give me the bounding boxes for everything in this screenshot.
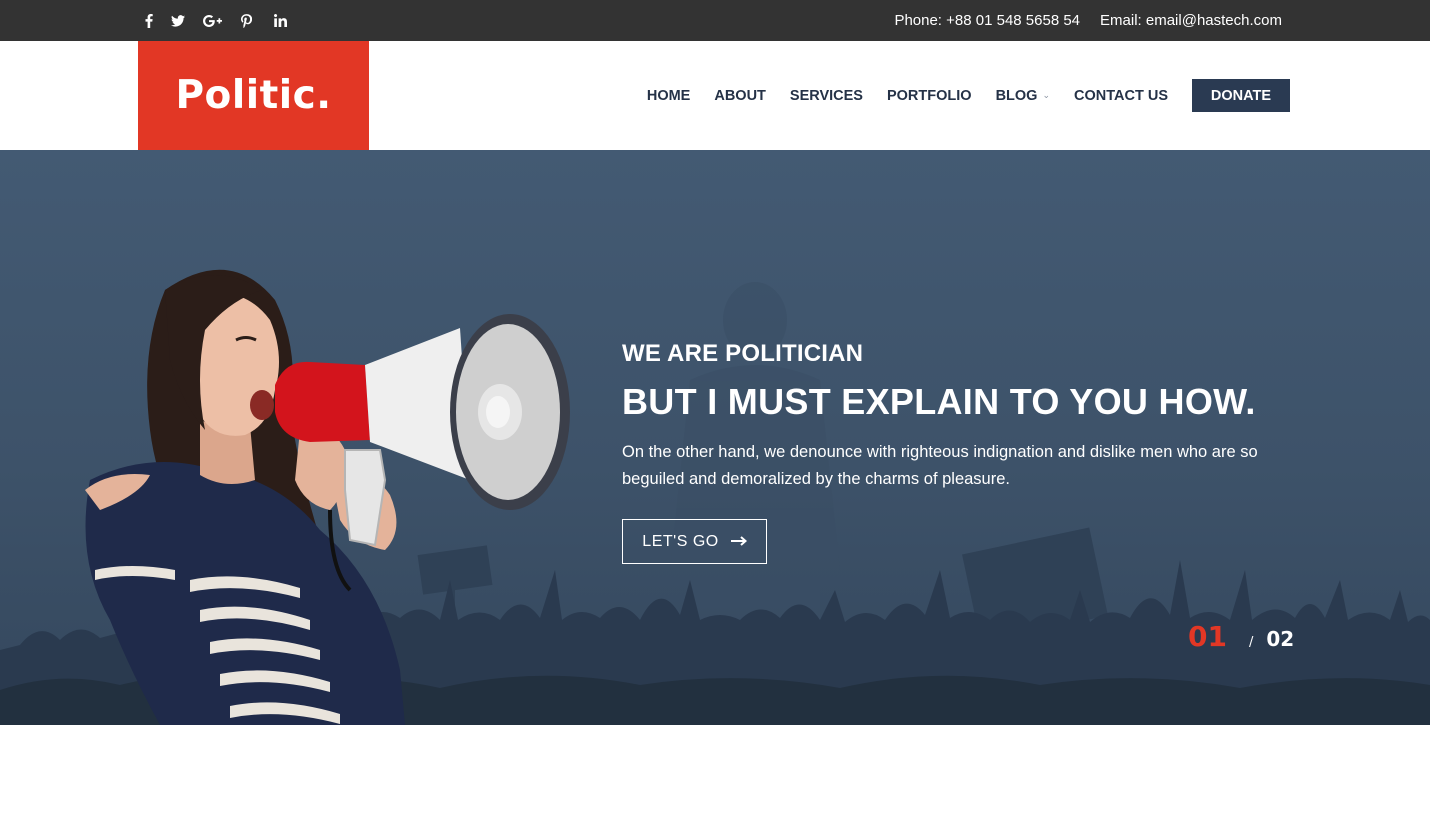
logo[interactable]: Politic. xyxy=(138,41,369,150)
arrow-right-icon xyxy=(730,533,747,551)
slide-current[interactable]: 01 xyxy=(1188,620,1227,653)
email-text[interactable]: Email: email@hastech.com xyxy=(1100,12,1282,29)
hero-content: WE ARE POLITICIAN BUT I MUST EXPLAIN TO … xyxy=(622,340,1322,564)
phone-text: Phone: +88 01 548 5658 54 xyxy=(894,12,1081,29)
chevron-down-icon: ⌄ xyxy=(1042,90,1051,100)
nav-blog-label: BLOG xyxy=(995,87,1038,104)
contact-info: Phone: +88 01 548 5658 54 Email: email@h… xyxy=(894,0,1282,41)
linkedin-icon[interactable] xyxy=(263,0,297,41)
nav-about[interactable]: ABOUT xyxy=(714,88,766,104)
lets-go-label: LET'S GO xyxy=(642,532,719,550)
main-nav: HOME ABOUT SERVICES PORTFOLIO BLOG ⌄ CONT… xyxy=(623,41,1290,150)
site-header: Politic. HOME ABOUT SERVICES PORTFOLIO B… xyxy=(0,41,1430,150)
top-bar: Phone: +88 01 548 5658 54 Email: email@h… xyxy=(0,0,1430,41)
twitter-icon[interactable] xyxy=(161,0,195,41)
lets-go-button[interactable]: LET'S GO xyxy=(622,519,767,564)
social-links xyxy=(145,0,297,41)
hero-description: On the other hand, we denounce with righ… xyxy=(622,443,1258,488)
nav-home[interactable]: HOME xyxy=(647,88,691,104)
slide-total[interactable]: 02 xyxy=(1266,627,1294,651)
google-plus-icon[interactable] xyxy=(195,0,229,41)
hero-slider: WE ARE POLITICIAN BUT I MUST EXPLAIN TO … xyxy=(0,150,1430,725)
facebook-icon[interactable] xyxy=(145,0,161,41)
slide-counter: 01 / 02 xyxy=(1188,620,1294,653)
nav-portfolio[interactable]: PORTFOLIO xyxy=(887,88,972,104)
slide-separator: / xyxy=(1248,635,1254,650)
donate-button[interactable]: DONATE xyxy=(1192,79,1290,112)
nav-contact-us[interactable]: CONTACT US xyxy=(1074,88,1168,104)
logo-text: Politic. xyxy=(175,73,332,118)
hero-eyebrow: WE ARE POLITICIAN xyxy=(622,340,864,367)
woman-megaphone-image xyxy=(85,269,570,725)
nav-blog[interactable]: BLOG ⌄ xyxy=(996,88,1050,104)
pinterest-icon[interactable] xyxy=(229,0,263,41)
hero-headline: BUT I MUST EXPLAIN TO YOU HOW. xyxy=(622,381,1256,422)
nav-services[interactable]: SERVICES xyxy=(790,88,863,104)
